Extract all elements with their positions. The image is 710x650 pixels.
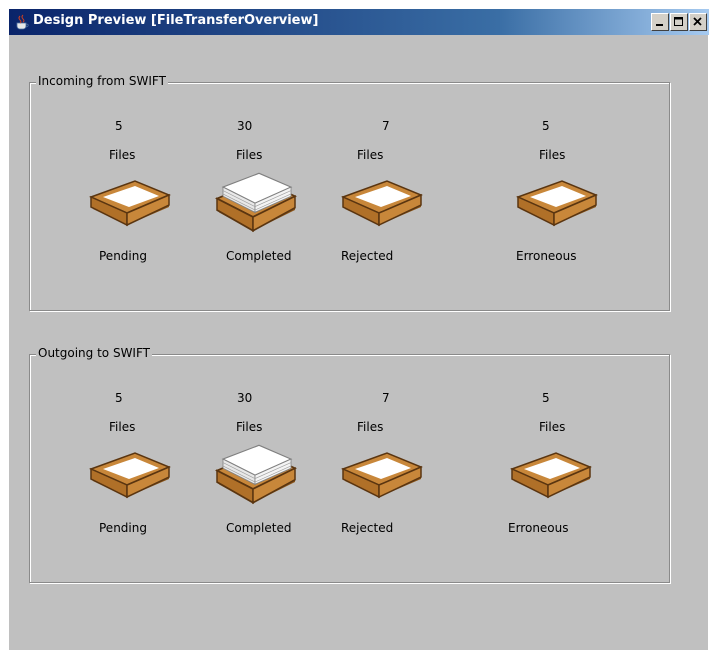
outgoing-group-title: Outgoing to SWIFT <box>36 346 152 360</box>
close-icon <box>693 17 702 26</box>
bin-label: Completed <box>226 521 292 535</box>
maximize-button[interactable] <box>670 13 688 31</box>
bin-label: Pending <box>99 249 147 263</box>
files-label: Files <box>109 148 136 162</box>
bin-label: Erroneous <box>516 249 577 263</box>
empty-tray-icon <box>510 452 592 499</box>
files-label: Files <box>539 420 566 434</box>
file-count: 30 <box>237 391 253 405</box>
outgoing-pending-bin[interactable]: 5 Files Pending <box>89 391 199 551</box>
incoming-group-title: Incoming from SWIFT <box>36 74 168 88</box>
bin-label: Pending <box>99 521 147 535</box>
design-preview-window: Design Preview [FileTransferOverview] In… <box>8 8 709 650</box>
files-label: Files <box>236 148 263 162</box>
incoming-erroneous-bin[interactable]: 5 Files Erroneous <box>505 119 615 279</box>
files-label: Files <box>539 148 566 162</box>
file-count: 5 <box>115 391 123 405</box>
file-count: 7 <box>382 391 390 405</box>
file-count: 30 <box>237 119 253 133</box>
incoming-rejected-bin[interactable]: 7 Files Rejected <box>340 119 450 279</box>
maximize-icon <box>674 17 683 26</box>
file-count: 5 <box>115 119 123 133</box>
empty-tray-icon <box>89 180 171 227</box>
window-title: Design Preview [FileTransferOverview] <box>33 13 319 28</box>
files-label: Files <box>236 420 263 434</box>
file-count: 5 <box>542 119 550 133</box>
file-count: 7 <box>382 119 390 133</box>
title-bar[interactable]: Design Preview [FileTransferOverview] <box>9 9 709 35</box>
outgoing-rejected-bin[interactable]: 7 Files Rejected <box>340 391 450 551</box>
outgoing-completed-bin[interactable]: 30 Files Completed <box>215 391 325 551</box>
empty-tray-icon <box>89 452 171 499</box>
incoming-group: Incoming from SWIFT 5 Files Pending 30 F… <box>29 74 670 311</box>
empty-tray-icon <box>341 452 423 499</box>
incoming-pending-bin[interactable]: 5 Files Pending <box>89 119 199 279</box>
bin-label: Rejected <box>341 521 394 535</box>
full-tray-icon <box>215 172 297 233</box>
outgoing-group: Outgoing to SWIFT 5 Files Pending 30 Fil… <box>29 346 670 583</box>
bin-label: Rejected <box>341 249 394 263</box>
full-tray-icon <box>215 444 297 505</box>
java-cup-icon <box>16 14 29 30</box>
file-count: 5 <box>542 391 550 405</box>
empty-tray-icon <box>341 180 423 227</box>
outgoing-erroneous-bin[interactable]: 5 Files Erroneous <box>500 391 610 551</box>
window-controls <box>650 13 707 31</box>
minimize-icon <box>656 24 663 26</box>
incoming-completed-bin[interactable]: 30 Files Completed <box>215 119 325 279</box>
files-label: Files <box>357 420 384 434</box>
files-label: Files <box>357 148 384 162</box>
minimize-button[interactable] <box>651 13 669 31</box>
empty-tray-icon <box>516 180 598 227</box>
files-label: Files <box>109 420 136 434</box>
close-button[interactable] <box>689 13 707 31</box>
bin-label: Completed <box>226 249 292 263</box>
bin-label: Erroneous <box>508 521 569 535</box>
